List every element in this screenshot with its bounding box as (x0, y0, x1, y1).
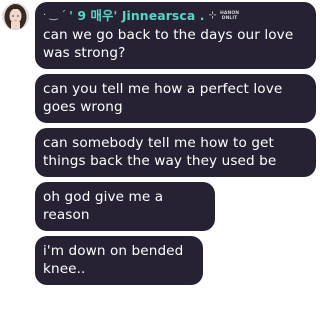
user-tag-line: DNLIT (221, 15, 238, 21)
message-text: can somebody tell me how to get things b… (43, 135, 277, 169)
message-bubble[interactable]: i'm down on bended knee.. (35, 236, 203, 285)
message-bubble[interactable]: can somebody tell me how to get things b… (35, 128, 316, 177)
message-text: oh god give me a reason (43, 189, 164, 223)
message-bubble[interactable]: can you tell me how a perfect love goes … (35, 74, 316, 123)
message-bubble[interactable]: · ‿ ˊ ' 9 매우' Jinnearsca . ⊹ HANON DNLIT… (35, 2, 316, 69)
user-tag-badge: HANON DNLIT (220, 11, 239, 21)
message-header: · ‿ ˊ ' 9 매우' Jinnearsca . ⊹ HANON DNLIT (43, 6, 308, 25)
message-text: can you tell me how a perfect love goes … (43, 81, 283, 115)
avatar[interactable] (2, 3, 29, 30)
message-text: can we go back to the days our love was … (43, 27, 294, 61)
message-list: · ‿ ˊ ' 9 매우' Jinnearsca . ⊹ HANON DNLIT… (35, 2, 317, 290)
sparkle-icon: ⊹ (208, 9, 217, 21)
message-text: i'm down on bended knee.. (43, 243, 184, 277)
message-bubble[interactable]: oh god give me a reason (35, 182, 215, 231)
username[interactable]: ' 9 매우' Jinnearsca . (69, 7, 204, 25)
username-decoration: · ‿ ˊ (43, 9, 67, 21)
avatar-image (2, 3, 29, 30)
